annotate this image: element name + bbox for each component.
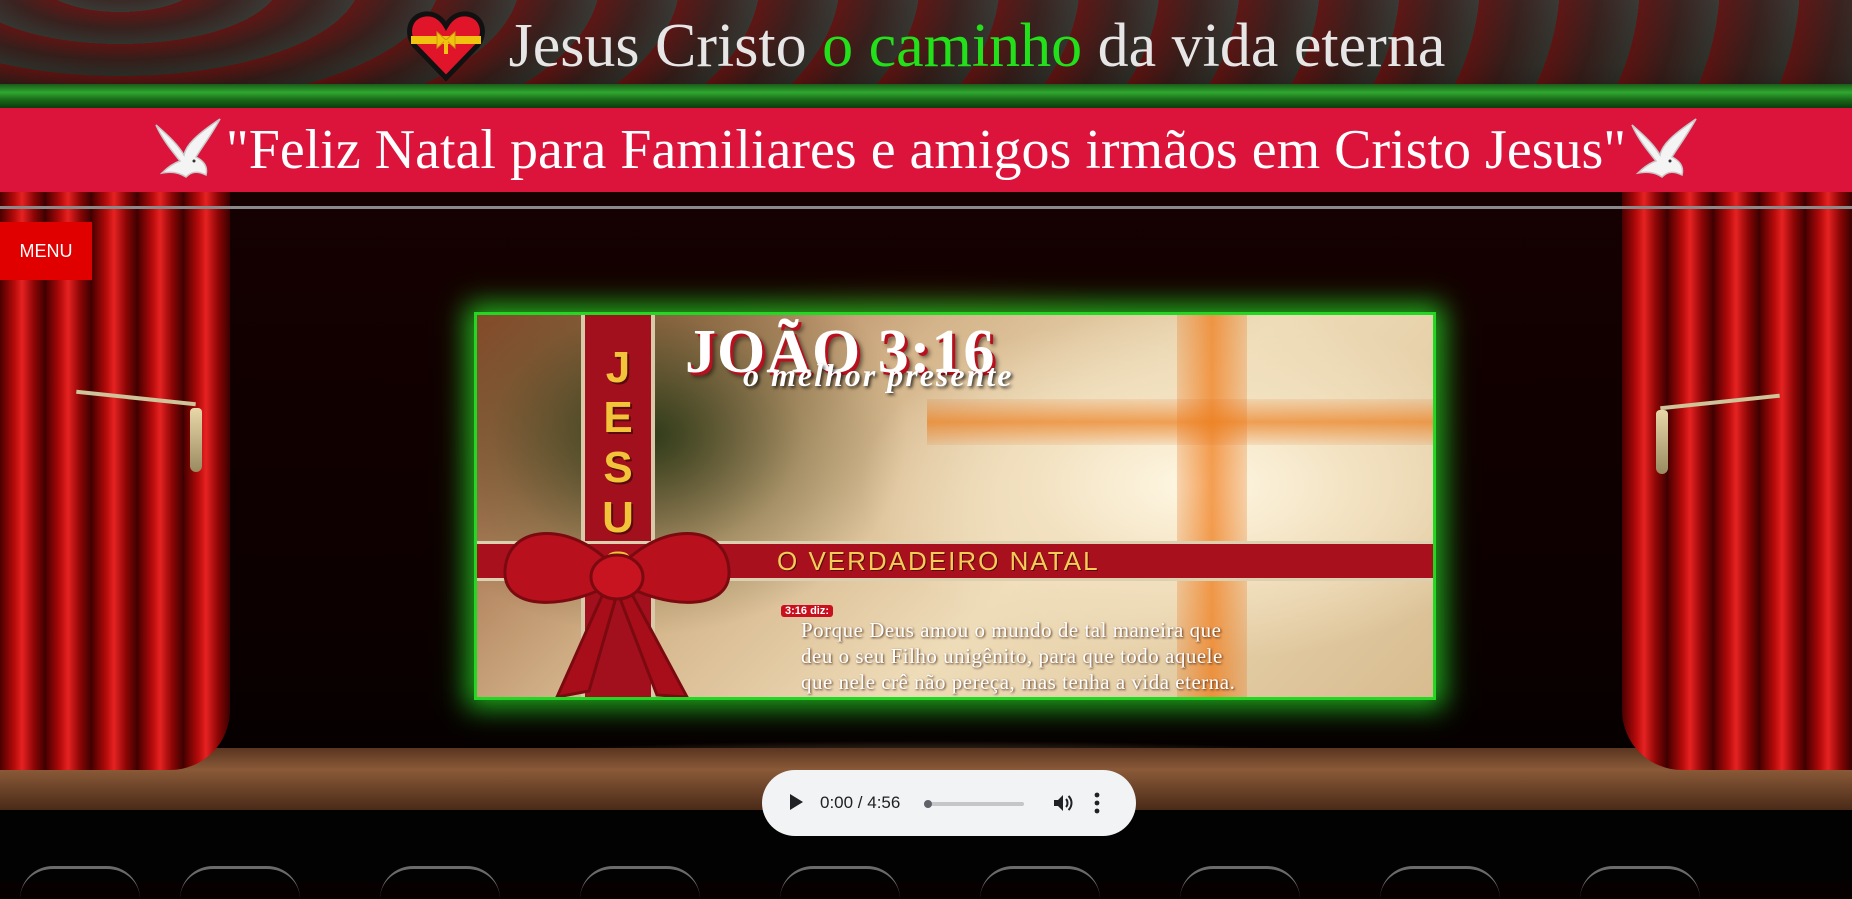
more-options-icon[interactable] (1094, 791, 1100, 815)
title-text-highlight: o caminho (822, 11, 1083, 80)
card-subheading: o melhor presente (743, 357, 1014, 393)
volume-icon[interactable] (1052, 792, 1074, 814)
dove-icon (1631, 118, 1697, 178)
ribbon-letter: S (603, 443, 633, 492)
valance-stripe (0, 84, 1852, 108)
verse-text: Porque Deus amou o mundo de tal maneira … (801, 617, 1431, 695)
site-title: Jesus Cristo o caminho da vida eterna (0, 6, 1852, 86)
christmas-banner: "Feliz Natal para Familiares e amigos ir… (0, 108, 1852, 192)
menu-button[interactable]: MENU (0, 222, 92, 280)
verse-line: que nele crê não pereça, mas tenha a vid… (801, 670, 1236, 694)
seat (980, 866, 1100, 899)
seat (20, 866, 140, 899)
curtain-right (1622, 190, 1852, 770)
audio-player: 0:00 / 4:56 (762, 770, 1136, 836)
seat (1180, 866, 1300, 899)
card-band-text: O VERDADEIRO NATAL (777, 546, 1100, 576)
heart-gift-icon (406, 11, 485, 82)
seat (780, 866, 900, 899)
title-text-end: da vida eterna (1097, 11, 1446, 80)
ribbon-letter: J (605, 343, 631, 392)
audio-time-display: 0:00 / 4:56 (820, 793, 901, 812)
audio-seek-knob[interactable] (924, 800, 932, 808)
audio-seek-bar[interactable] (924, 800, 1024, 808)
featured-christmas-card: J E S U S JOÃO 3:16 o melhor presente O … (474, 312, 1436, 700)
seat (380, 866, 500, 899)
card-cross-horizontal (927, 399, 1433, 445)
curtain-tassel-right (1656, 410, 1668, 474)
seat (180, 866, 300, 899)
play-icon[interactable] (790, 794, 803, 810)
ribbon-letter: E (603, 393, 633, 442)
banner-text: "Feliz Natal para Familiares e amigos ir… (225, 119, 1627, 181)
seat (580, 866, 700, 899)
banner-divider (0, 206, 1852, 209)
verse-reference: 3:16 diz: (781, 605, 834, 617)
verse-line: Porque Deus amou o mundo de tal maneira … (801, 618, 1222, 642)
bow-icon (503, 532, 731, 697)
dove-icon (155, 118, 221, 178)
curtain-tassel-left (190, 408, 202, 472)
seat (1380, 866, 1500, 899)
seat (1580, 866, 1700, 899)
title-text-start: Jesus Cristo (508, 11, 807, 80)
verse-line: deu o seu Filho unigênito, para que todo… (801, 644, 1223, 668)
